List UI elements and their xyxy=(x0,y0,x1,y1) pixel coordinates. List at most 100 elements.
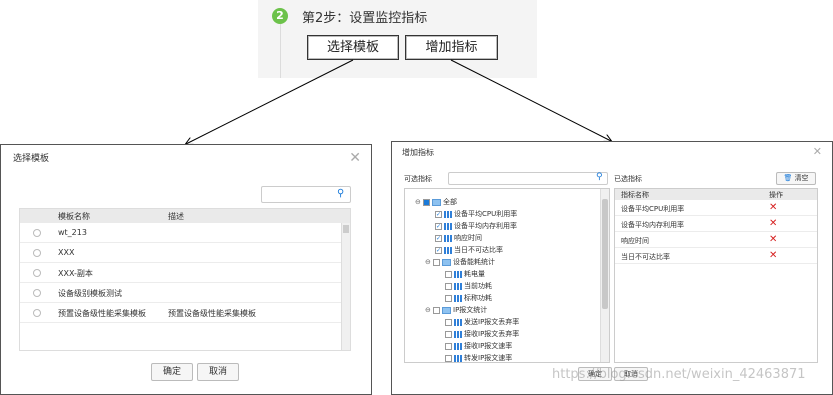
table-row[interactable]: XXX-副本 xyxy=(20,263,350,283)
tree-label: 转发IP报文速率 xyxy=(464,354,513,362)
ok-button[interactable]: 确定 xyxy=(151,363,193,381)
tree-node[interactable]: 接收IP报文速率 xyxy=(445,341,512,351)
bar-chart-icon xyxy=(444,222,452,230)
tree-label: IP报文统计 xyxy=(453,306,488,314)
bar-chart-icon xyxy=(454,294,462,302)
scroll-up-icon[interactable] xyxy=(343,225,349,233)
bar-chart-icon xyxy=(454,282,462,290)
tree-node-root[interactable]: ⊖ 全部 xyxy=(415,197,457,207)
indicator-search-input[interactable] xyxy=(448,172,608,185)
tree-node-folder[interactable]: ⊖ IP报文统计 xyxy=(425,305,487,315)
dialog-title: 增加指标 xyxy=(402,148,434,157)
tree-label: 耗电量 xyxy=(464,270,485,278)
search-icon[interactable]: ⚲ xyxy=(596,172,603,182)
table-row[interactable]: XXX xyxy=(20,243,350,263)
tree-node-folder[interactable]: ⊖ 设备能耗统计 xyxy=(425,257,495,267)
table-row[interactable]: wt_213 xyxy=(20,223,350,243)
checkbox-partial[interactable] xyxy=(423,198,430,206)
table-scrollbar[interactable] xyxy=(341,223,350,350)
table-row[interactable]: 设备级别模板测试 xyxy=(20,283,350,303)
bar-chart-icon xyxy=(454,330,462,338)
arrow-to-add-indicator xyxy=(450,59,611,141)
checkbox-checked[interactable]: ✓ xyxy=(435,210,442,218)
tree-node[interactable]: 标称功耗 xyxy=(445,293,492,303)
checkbox[interactable] xyxy=(445,342,452,350)
tree-label: 设备平均CPU利用率 xyxy=(454,210,518,218)
template-name: wt_213 xyxy=(58,228,87,237)
tree-label: 接收IP报文丢弃率 xyxy=(464,330,520,338)
collapse-icon[interactable]: ⊖ xyxy=(425,257,431,267)
collapse-icon[interactable]: ⊖ xyxy=(415,197,421,207)
row-radio[interactable] xyxy=(33,229,41,237)
tree-node[interactable]: 接收IP报文丢弃率 xyxy=(445,329,519,339)
tree-node[interactable]: ✓ 当日不可达比率 xyxy=(435,245,503,255)
bar-chart-icon xyxy=(454,318,462,326)
template-name: XXX-副本 xyxy=(58,269,93,278)
checkbox[interactable] xyxy=(445,294,452,302)
close-icon[interactable]: ✕ xyxy=(813,145,822,158)
clear-button[interactable]: 🗑 清空 xyxy=(776,172,816,185)
bar-chart-icon xyxy=(454,354,462,362)
tree-node[interactable]: 当前功耗 xyxy=(445,281,492,291)
row-radio[interactable] xyxy=(33,269,41,277)
column-header-desc: 描述 xyxy=(168,212,184,221)
tree-label: 当日不可达比率 xyxy=(454,246,503,254)
tree-label: 全部 xyxy=(443,198,457,206)
folder-icon xyxy=(442,258,451,266)
scroll-thumb[interactable] xyxy=(602,199,608,309)
selected-indicators-table: 指标名称 操作 设备平均CPU利用率 ✕ 设备平均内存利用率 ✕ 响应时间 ✕ … xyxy=(614,188,818,363)
tree-node[interactable]: 转发IP报文速率 xyxy=(445,353,513,362)
bar-chart-icon xyxy=(444,246,452,254)
tree-label: 设备平均内存利用率 xyxy=(454,222,517,230)
bar-chart-icon xyxy=(444,234,452,242)
tree-label: 当前功耗 xyxy=(464,282,492,290)
table-header: 指标名称 操作 xyxy=(615,189,817,200)
delete-icon[interactable]: ✕ xyxy=(769,218,777,229)
table-row: 设备平均内存利用率 ✕ xyxy=(615,216,817,232)
tree-node[interactable]: 发送IP报文丢弃率 xyxy=(445,317,519,327)
checkbox[interactable] xyxy=(445,318,452,326)
indicator-tree: ⊖ 全部 ✓ 设备平均CPU利用率 ✓ 设备平均内存利用率 ✓ 响应时间 ✓ 当日不可达比… xyxy=(404,188,610,363)
cancel-button[interactable]: 取消 xyxy=(197,363,239,381)
column-header-action: 操作 xyxy=(769,191,783,199)
delete-icon[interactable]: ✕ xyxy=(769,250,777,261)
row-radio[interactable] xyxy=(33,309,41,317)
checkbox[interactable] xyxy=(445,354,452,362)
table-row[interactable]: 预置设备级性能采集模板 预置设备级性能采集模板 xyxy=(20,303,350,323)
add-indicator-dialog: 增加指标 ✕ 可选指标 ⚲ 已选指标 🗑 清空 ⊖ 全部 ✓ 设备平均CPU利用率 … xyxy=(391,141,833,395)
indicator-name: 设备平均CPU利用率 xyxy=(621,205,685,213)
selected-label: 已选指标 xyxy=(614,175,642,183)
checkbox[interactable] xyxy=(433,258,440,266)
indicator-name: 响应时间 xyxy=(621,237,649,245)
indicator-name: 当日不可达比率 xyxy=(621,253,670,261)
collapse-icon[interactable]: ⊖ xyxy=(425,305,431,315)
row-radio[interactable] xyxy=(33,289,41,297)
tree-node[interactable]: 耗电量 xyxy=(445,269,485,279)
checkbox[interactable] xyxy=(445,282,452,290)
dialog-title: 选择模板 xyxy=(13,154,50,164)
checkbox[interactable] xyxy=(445,330,452,338)
checkbox[interactable] xyxy=(433,306,440,314)
search-icon[interactable]: ⚲ xyxy=(337,188,344,199)
tree-node[interactable]: ✓ 设备平均CPU利用率 xyxy=(435,209,517,219)
tree-node[interactable]: ✓ 设备平均内存利用率 xyxy=(435,221,517,231)
tree-node[interactable]: ✓ 响应时间 xyxy=(435,233,482,243)
delete-icon[interactable]: ✕ xyxy=(769,202,777,213)
table-header: 模板名称 描述 xyxy=(20,209,350,223)
checkbox-checked[interactable]: ✓ xyxy=(435,234,442,242)
tree-label: 响应时间 xyxy=(454,234,482,242)
table-row: 响应时间 ✕ xyxy=(615,232,817,248)
template-name: XXX xyxy=(58,248,75,257)
checkbox[interactable] xyxy=(445,270,452,278)
arrow-to-select-template xyxy=(186,59,354,144)
checkbox-checked[interactable]: ✓ xyxy=(435,222,442,230)
close-icon[interactable]: ✕ xyxy=(349,150,361,166)
bar-chart-icon xyxy=(444,210,452,218)
tree-label: 接收IP报文速率 xyxy=(464,342,513,350)
watermark-text: https://blog.csdn.net/weixin_42463871 xyxy=(552,367,806,382)
clear-label: 清空 xyxy=(794,174,809,182)
row-radio[interactable] xyxy=(33,249,41,257)
checkbox-checked[interactable]: ✓ xyxy=(435,246,442,254)
delete-icon[interactable]: ✕ xyxy=(769,234,777,245)
tree-scrollbar[interactable] xyxy=(600,189,609,362)
